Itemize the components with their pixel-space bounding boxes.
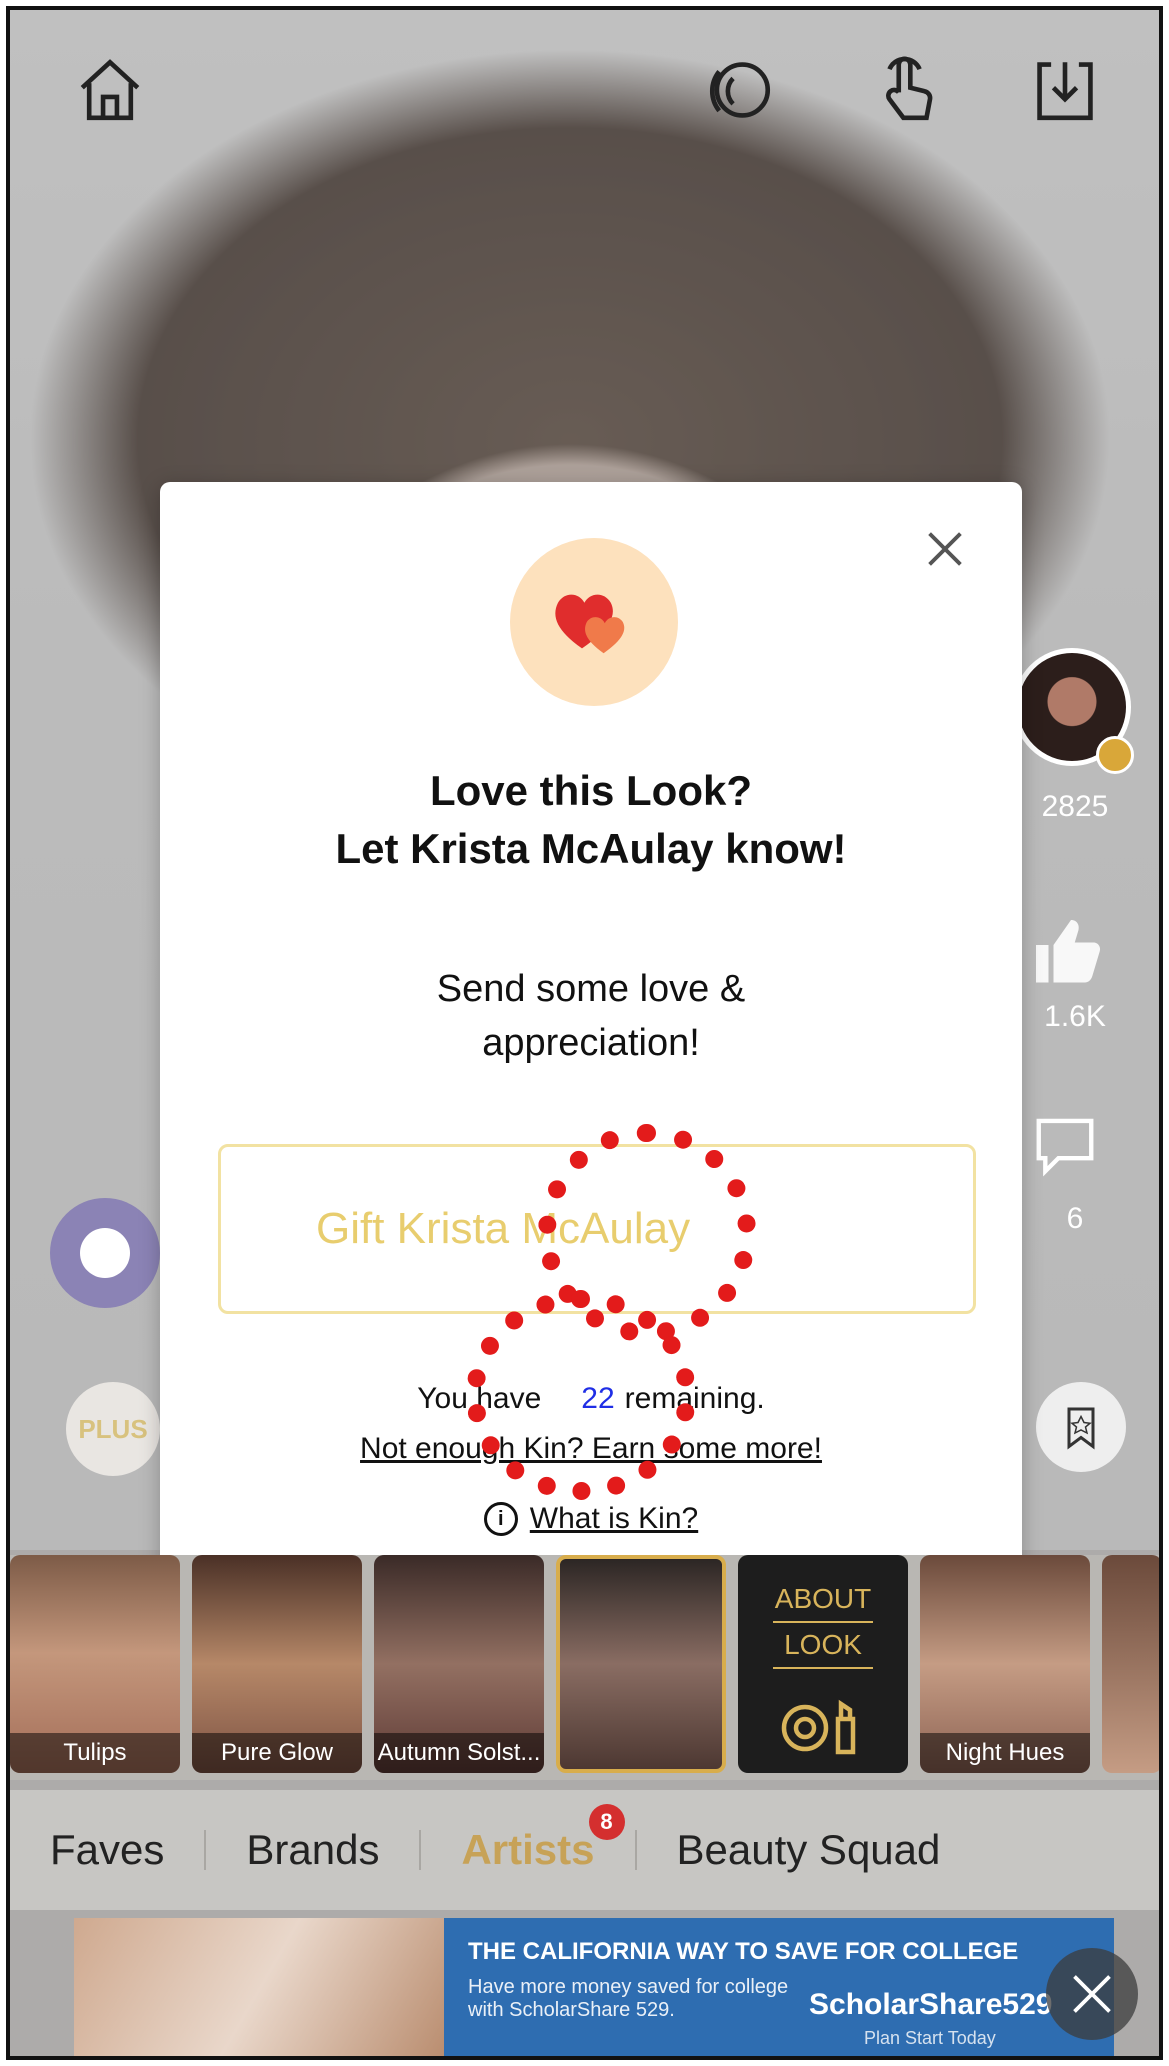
follower-count: 2825 bbox=[1041, 790, 1109, 823]
what-is-kin: i What is Kin? bbox=[160, 1502, 1022, 1536]
look-thumbnail-selected[interactable] bbox=[556, 1555, 726, 1773]
chat-bubble-button[interactable] bbox=[50, 1198, 160, 1308]
modal-title: Love this Look? Let Krista McAulay know! bbox=[335, 767, 847, 872]
bookmark-icon[interactable] bbox=[1036, 1382, 1126, 1472]
modal-subtitle: Send some love & appreciation! bbox=[436, 968, 746, 1064]
tab-artists[interactable]: Artists 8 bbox=[421, 1804, 634, 1874]
verified-badge-icon bbox=[1096, 736, 1134, 774]
annotation-circle bbox=[466, 1290, 696, 1500]
look-thumbnail[interactable] bbox=[1102, 1555, 1159, 1773]
ad-close-icon[interactable] bbox=[1046, 1948, 1138, 2040]
makeup-products-icon bbox=[778, 1695, 868, 1755]
look-thumbnail[interactable]: Pure Glow bbox=[192, 1555, 362, 1773]
ad-brand: ScholarShare529 bbox=[809, 1988, 1053, 2021]
category-tabs: Faves Brands Artists 8 Beauty Squad bbox=[10, 1790, 1159, 1910]
home-icon[interactable] bbox=[70, 50, 150, 130]
hearts-icon bbox=[510, 538, 678, 706]
touch-icon[interactable] bbox=[868, 50, 948, 130]
tab-beauty-squad[interactable]: Beauty Squad bbox=[637, 1826, 981, 1874]
look-thumbnail[interactable]: Autumn Solst... bbox=[374, 1555, 544, 1773]
ad-brand-sub: Plan Start Today bbox=[864, 2028, 996, 2048]
ad-body: Have more money saved for college with S… bbox=[468, 1976, 789, 2021]
tab-brands[interactable]: Brands bbox=[206, 1826, 419, 1874]
about-look-card[interactable]: ABOUT LOOK bbox=[738, 1555, 908, 1773]
face-compare-icon[interactable] bbox=[700, 50, 780, 130]
like-count: 1.6K bbox=[1044, 1000, 1106, 1033]
ad-headline: THE CALIFORNIA WAY TO SAVE FOR COLLEGE bbox=[468, 1938, 1019, 1965]
ad-image bbox=[74, 1918, 444, 2056]
app-frame: 2825 1.6K 6 PLUS Love this Look? Let Kri… bbox=[6, 6, 1163, 2060]
look-thumbnail[interactable]: Tulips bbox=[10, 1555, 180, 1773]
look-thumbnails: Tulips Pure Glow Autumn Solst... ABOUT L… bbox=[10, 1555, 1159, 1780]
notification-badge: 8 bbox=[588, 1804, 625, 1840]
ad-banner[interactable]: THE CALIFORNIA WAY TO SAVE FOR COLLEGE H… bbox=[74, 1918, 1114, 2056]
tab-faves[interactable]: Faves bbox=[10, 1826, 204, 1874]
what-is-kin-link[interactable]: What is Kin? bbox=[530, 1502, 698, 1536]
look-thumbnail[interactable]: Night Hues bbox=[920, 1555, 1090, 1773]
comment-icon[interactable] bbox=[1030, 1110, 1100, 1180]
download-icon[interactable] bbox=[1025, 50, 1105, 130]
bubble-icon bbox=[80, 1228, 130, 1278]
thumbs-up-icon[interactable] bbox=[1026, 910, 1106, 990]
plus-button[interactable]: PLUS bbox=[66, 1382, 160, 1476]
info-icon: i bbox=[483, 1502, 518, 1536]
comment-count: 6 bbox=[1066, 1202, 1084, 1235]
close-icon[interactable] bbox=[918, 522, 972, 576]
